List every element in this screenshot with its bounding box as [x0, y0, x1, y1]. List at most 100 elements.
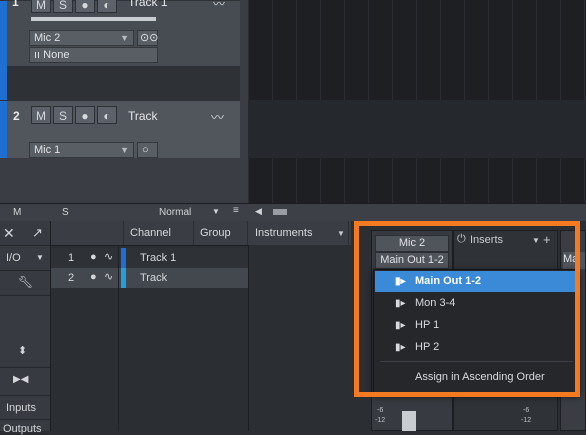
- menu-divider: [380, 361, 573, 362]
- chevron-down-icon[interactable]: ▼: [212, 207, 220, 216]
- output-port-icon: ▮▸: [395, 298, 406, 309]
- mute-button[interactable]: M: [31, 106, 51, 124]
- console-nav: ✕ ↗ I/O ▼ 🔧︎ ⬍ ▶◀ Inputs Outputs: [0, 221, 51, 435]
- track-row-2[interactable]: 2 M S ● ◐ Track 〰 Mic 1 ▼ ○: [0, 100, 240, 159]
- link-button[interactable]: ⊙⊙: [137, 30, 158, 46]
- close-icon[interactable]: ✕: [3, 225, 15, 242]
- output-port-icon: ▮▸: [395, 320, 406, 331]
- record-icon: ●: [81, 109, 89, 123]
- wrench-icon[interactable]: 🔧︎: [18, 275, 33, 289]
- visible-dot-icon[interactable]: ●: [90, 271, 97, 283]
- nav-row-width[interactable]: ▶◀: [0, 369, 50, 396]
- monitor-button[interactable]: ◐: [97, 0, 117, 13]
- output-port-icon: ▮▸: [395, 342, 406, 353]
- output-select[interactable]: ıı None: [29, 47, 158, 63]
- input-select[interactable]: Mic 2 ▼: [29, 30, 134, 46]
- channel-color: [121, 268, 126, 288]
- record-button[interactable]: ●: [75, 0, 95, 13]
- menu-item-main-out[interactable]: ▮▸ Main Out 1-2: [375, 271, 578, 292]
- view-mode-select[interactable]: Normal: [159, 207, 191, 218]
- nav-row-io[interactable]: I/O ▼: [0, 246, 50, 271]
- row-index: 2: [68, 272, 75, 284]
- io-button[interactable]: I/O: [6, 252, 21, 264]
- inputs-label[interactable]: Inputs: [6, 402, 36, 414]
- menu-item-hp1[interactable]: ▮▸ HP 1: [375, 315, 578, 336]
- mute-all-button[interactable]: M: [13, 207, 21, 218]
- mute-button[interactable]: M: [31, 0, 51, 13]
- monitor-toggle[interactable]: ○: [137, 142, 158, 158]
- chevron-down-icon[interactable]: ▼: [532, 236, 540, 245]
- meter-scale-label: -6: [523, 407, 530, 414]
- channel-name[interactable]: Track 1: [140, 252, 176, 264]
- chevron-down-icon: ▼: [120, 145, 129, 155]
- link-icon: ⊙⊙: [140, 32, 159, 44]
- channel-name[interactable]: Track: [140, 272, 167, 284]
- header-instruments[interactable]: Instruments: [249, 221, 349, 245]
- track-number: 1: [12, 0, 19, 9]
- track-empty-area[interactable]: [0, 158, 248, 203]
- visible-dot-icon[interactable]: ●: [90, 251, 97, 263]
- nav-outputs[interactable]: Outputs: [0, 420, 50, 435]
- scroll-left-icon[interactable]: ◀: [255, 206, 262, 217]
- scrollbar-thumb[interactable]: [273, 209, 287, 215]
- add-icon[interactable]: +: [543, 232, 551, 247]
- chevron-down-icon: ▼: [120, 33, 129, 43]
- output-routing-menu: ▮▸ Main Out 1-2 ▮▸ Mon 3-4 ▮▸ HP 1 ▮▸ HP…: [373, 269, 580, 395]
- menu-item-assign-ascending[interactable]: Assign in Ascending Order: [375, 367, 578, 388]
- bars-icon: ıı: [34, 49, 44, 61]
- menu-icon[interactable]: ≡: [233, 205, 239, 216]
- monitor-button[interactable]: ◐: [97, 106, 117, 124]
- inserts-label: Inserts: [470, 234, 504, 246]
- channel-list-row[interactable]: 1 ● ∿ Track 1: [51, 248, 248, 268]
- volume-slider[interactable]: [31, 17, 156, 21]
- track-number: 2: [13, 109, 20, 123]
- arrange-track-lane[interactable]: [248, 100, 586, 158]
- strip-output-select[interactable]: Main Out 1-2: [375, 252, 449, 269]
- waveform-icon[interactable]: 〰: [211, 107, 224, 126]
- meter-scale-label: -12: [375, 417, 386, 424]
- nav-row-height[interactable]: ⬍: [0, 341, 50, 368]
- track-spacer: [0, 66, 240, 100]
- chevron-down-icon[interactable]: ▼: [337, 229, 345, 238]
- record-button[interactable]: ●: [75, 106, 95, 124]
- fader-handle[interactable]: [402, 411, 416, 431]
- channel-list-row[interactable]: 2 ● ∿ Track: [51, 268, 248, 288]
- nav-row-tools[interactable]: 🔧︎: [0, 271, 50, 296]
- menu-item-hp2[interactable]: ▮▸ HP 2: [375, 337, 578, 358]
- solo-button[interactable]: S: [53, 106, 73, 124]
- input-select[interactable]: Mic 1 ▼: [29, 142, 134, 158]
- meter-scale-label: -12: [521, 417, 532, 424]
- solo-all-button[interactable]: S: [62, 207, 69, 218]
- track-name[interactable]: Track 1: [128, 0, 168, 9]
- outputs-label[interactable]: Outputs: [3, 423, 42, 435]
- vertical-resize-icon[interactable]: ⬍: [18, 344, 27, 357]
- channel-color: [121, 248, 126, 268]
- nav-inputs[interactable]: Inputs: [0, 397, 50, 420]
- track-name[interactable]: Track: [128, 109, 158, 123]
- horizontal-resize-icon[interactable]: ▶◀: [13, 374, 28, 385]
- row-index: 1: [68, 252, 75, 264]
- solo-button[interactable]: S: [53, 0, 73, 13]
- header-group[interactable]: Group: [194, 221, 248, 245]
- circle-icon: ○: [142, 144, 149, 156]
- audio-icon: ∿: [104, 251, 114, 263]
- strip-input-select[interactable]: Mic 2: [375, 235, 449, 252]
- power-icon[interactable]: ⏻: [457, 233, 466, 246]
- track-row-1[interactable]: 1 M S ● ◐ Track 1 〰 Mic 2 ▼ ⊙⊙ ıı None: [0, 0, 240, 67]
- header-channel[interactable]: Channel: [124, 221, 194, 245]
- track-color-bar: [0, 101, 7, 159]
- audio-icon: ∿: [104, 271, 114, 283]
- monitor-icon: ◐: [103, 109, 111, 123]
- track-color-bar: [0, 66, 7, 100]
- menu-item-mon[interactable]: ▮▸ Mon 3-4: [375, 293, 578, 314]
- column-divider: [118, 245, 119, 431]
- expand-icon[interactable]: ↗: [32, 225, 43, 241]
- header-spacer: [51, 221, 124, 245]
- track-list-panel: 1 M S ● ◐ Track 1 〰 Mic 2 ▼ ⊙⊙ ıı None 2 …: [0, 0, 248, 203]
- channel-list-header: Channel Group Instruments ▼: [51, 221, 351, 246]
- record-icon: ●: [81, 0, 89, 12]
- waveform-icon[interactable]: 〰: [213, 0, 225, 12]
- strip-output-select[interactable]: Ma: [563, 252, 585, 269]
- chevron-down-icon[interactable]: ▼: [36, 253, 44, 262]
- meter-scale-label: -6: [377, 407, 384, 414]
